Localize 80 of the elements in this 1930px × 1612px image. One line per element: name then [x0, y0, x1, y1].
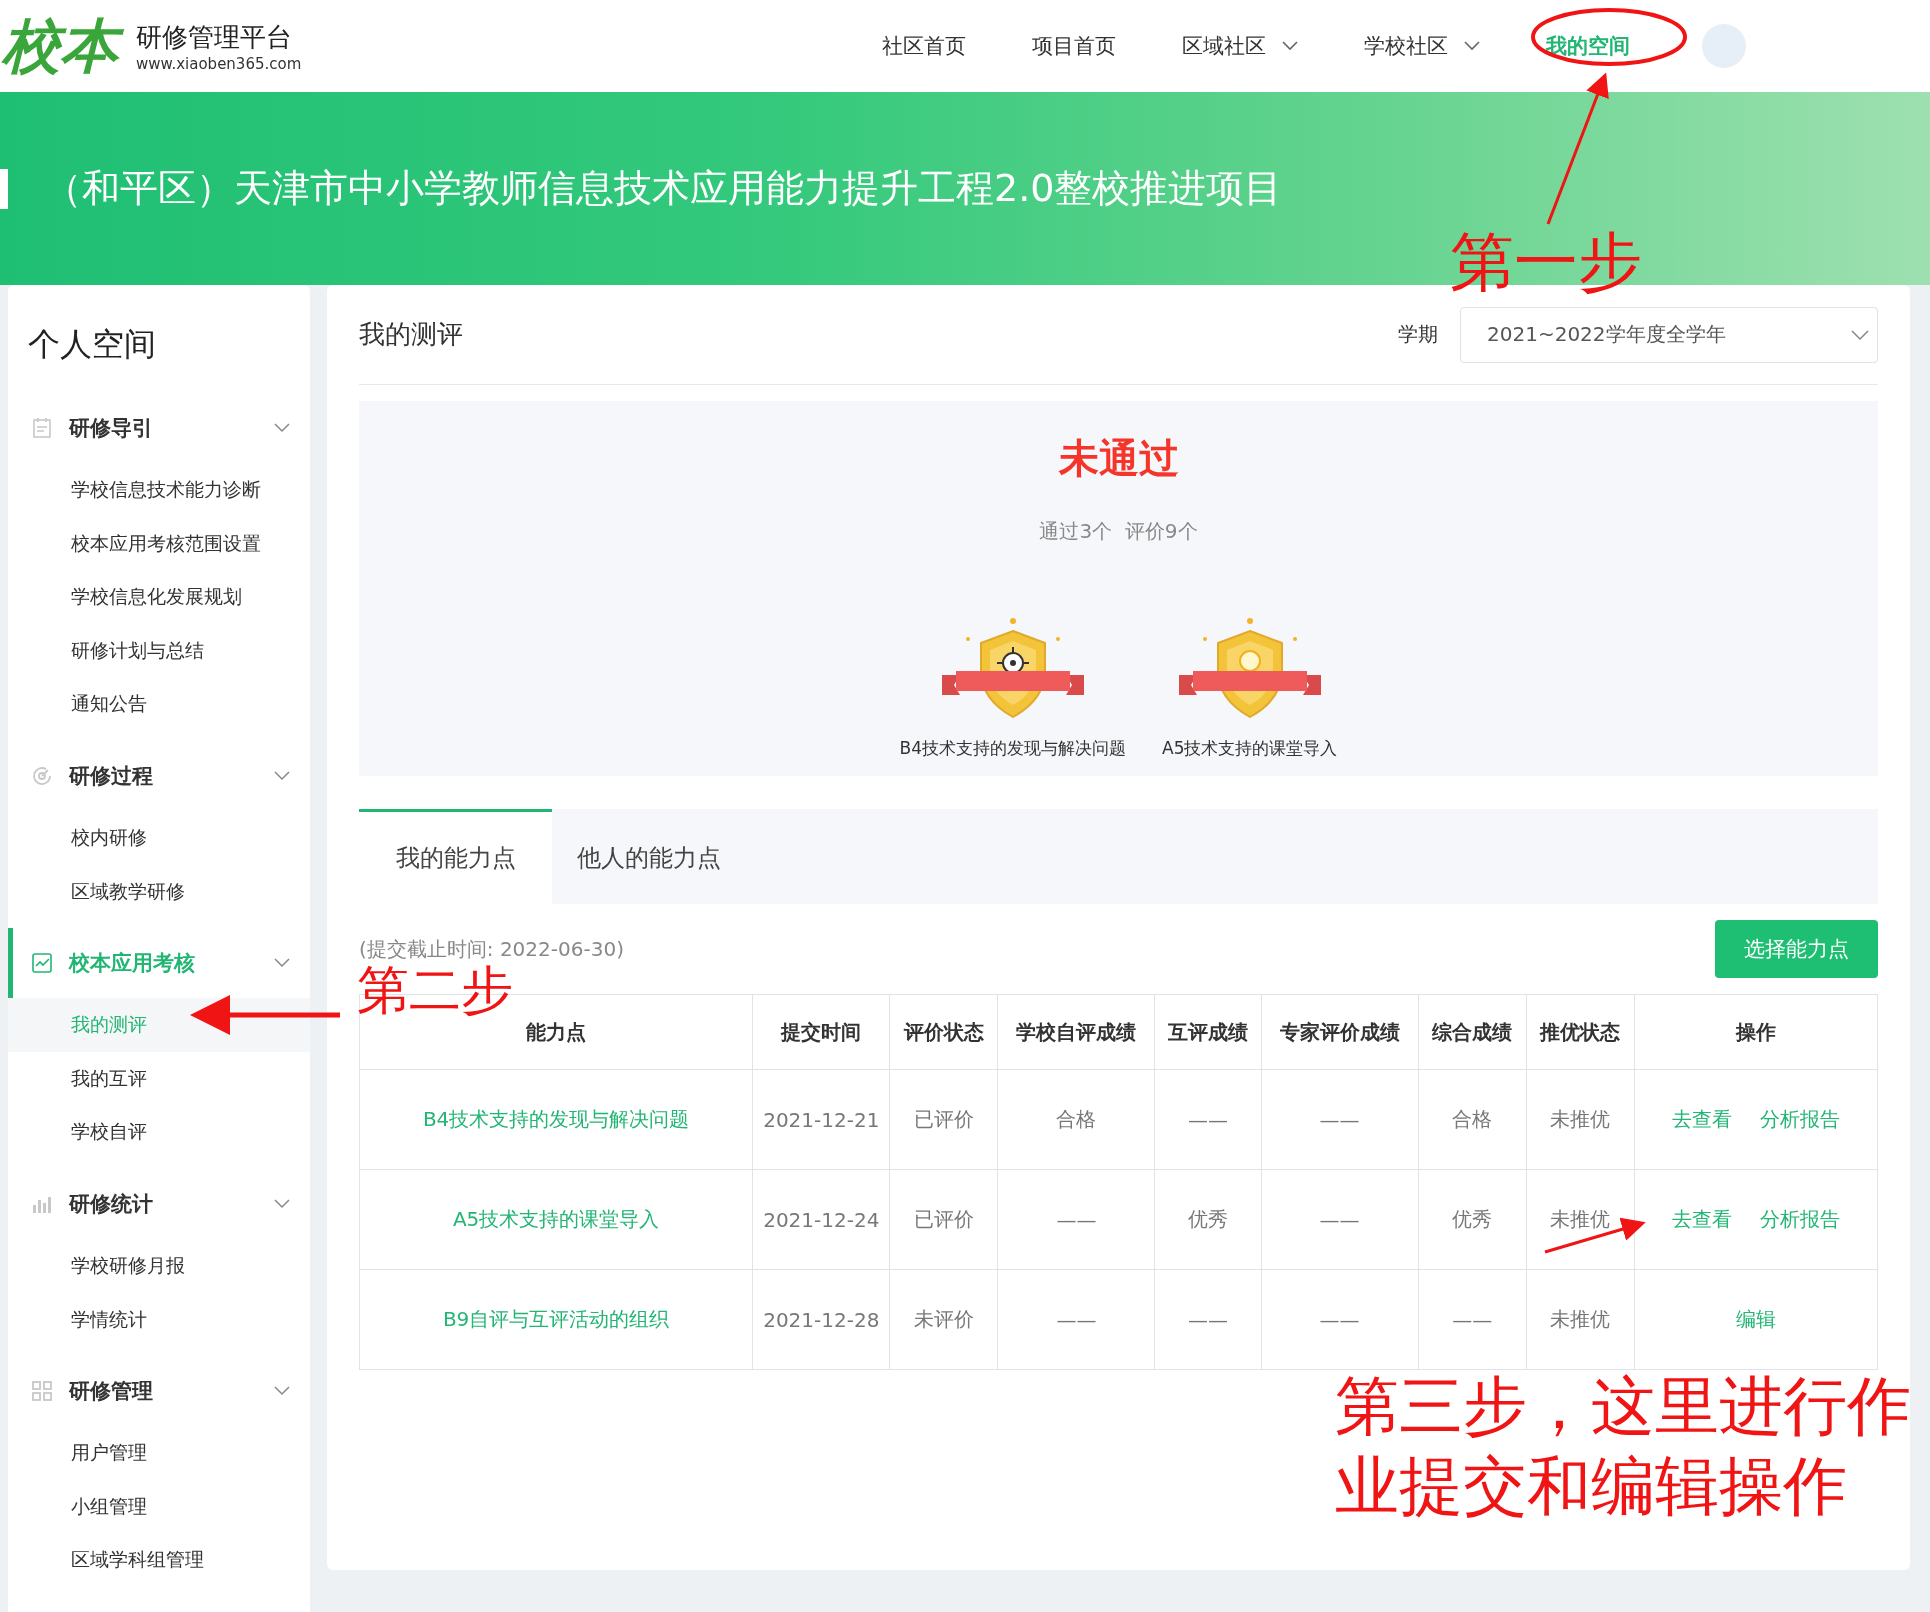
menu-icon — [31, 417, 53, 439]
deadline-text: (提交截止时间: 2022-06-30) — [359, 935, 624, 963]
sidebar-item[interactable]: 区域学科组管理 — [8, 1533, 310, 1587]
sidebar-group[interactable]: 研修过程 — [8, 740, 310, 811]
page-title: 我的测评 — [359, 318, 464, 351]
sidebar-item[interactable]: 研修计划与总结 — [8, 623, 310, 678]
sidebar-item[interactable]: 我的互评 — [8, 1051, 310, 1106]
sidebar-item[interactable]: 校本应用考核范围设置 — [8, 516, 310, 571]
table-cell: 优秀 — [1418, 1169, 1527, 1270]
table-cell: 2021-12-28 — [752, 1269, 890, 1370]
column-header: 操作 — [1634, 994, 1878, 1070]
chevron-icon — [274, 1386, 290, 1397]
term-select[interactable]: 2021~2022学年度全学年 — [1460, 306, 1878, 363]
table-cell: —— — [1155, 1269, 1262, 1370]
result-status: 未通过 — [1058, 434, 1179, 483]
table-cell: —— — [997, 1269, 1155, 1370]
nav-link[interactable]: 学校社区 — [1364, 32, 1480, 60]
avatar-icon[interactable] — [1702, 24, 1746, 68]
sidebar-item[interactable]: 学校自评 — [8, 1105, 310, 1159]
logo-mark: 校本 — [2, 9, 126, 83]
table-cell: —— — [1261, 1069, 1419, 1170]
sidebar-item[interactable]: 区域教学研修 — [8, 864, 310, 919]
table-cell: 合格 — [1418, 1069, 1527, 1170]
annotation-text: 第一步 — [1450, 224, 1642, 301]
column-header: 综合成绩 — [1418, 994, 1527, 1070]
nav-link[interactable]: 社区首页 — [882, 32, 966, 60]
table-cell: 未推优 — [1526, 1269, 1635, 1370]
sidebar-item[interactable]: 学校研修月报 — [8, 1238, 310, 1293]
sidebar-item[interactable]: 学校信息化发展规划 — [8, 570, 310, 624]
sidebar-title: 个人空间 — [27, 324, 157, 365]
chevron-icon — [274, 423, 290, 433]
tab[interactable]: 我的能力点 — [359, 809, 552, 904]
table-cell: 2021-12-24 — [752, 1169, 890, 1270]
badge-label: A5技术支持的课堂导入 — [1162, 737, 1338, 760]
column-header: 互评成绩 — [1155, 994, 1262, 1070]
sidebar-group[interactable]: 研修管理 — [8, 1356, 310, 1427]
platform-url: www.xiaoben365.com — [136, 54, 302, 73]
table-cell: —— — [1261, 1169, 1419, 1270]
nav-link[interactable]: 项目首页 — [1032, 32, 1116, 60]
table-cell: —— — [1418, 1269, 1527, 1370]
result-summary: 通过3个 评价9个 — [1039, 518, 1198, 545]
sidebar-item[interactable]: 学情统计 — [8, 1292, 310, 1347]
menu-icon — [31, 952, 53, 975]
chevron-icon — [274, 770, 290, 781]
platform-name: 研修管理平台 — [136, 20, 293, 54]
menu-icon — [31, 1380, 53, 1403]
title-accent-bar — [0, 168, 8, 209]
chevron-icon — [1851, 329, 1869, 340]
table-cell: 2021-12-21 — [752, 1069, 890, 1170]
column-header: 学校自评成绩 — [997, 994, 1155, 1070]
chevron-icon — [274, 1198, 290, 1209]
sidebar-item[interactable]: 小组管理 — [8, 1479, 310, 1534]
table-cell: —— — [1155, 1069, 1262, 1170]
sidebar-item[interactable]: 校内研修 — [8, 810, 310, 865]
sidebar-item[interactable]: 学校信息技术能力诊断 — [8, 463, 310, 517]
table-cell: 未推优 — [1526, 1069, 1635, 1170]
sidebar-group[interactable]: 研修统计 — [8, 1168, 310, 1239]
table-cell: 已评价 — [889, 1069, 998, 1170]
table-cell: —— — [997, 1169, 1155, 1270]
menu-icon — [31, 764, 53, 787]
column-header: 专家评价成绩 — [1261, 994, 1419, 1070]
column-header: 推优状态 — [1526, 994, 1635, 1070]
column-header: 提交时间 — [752, 994, 890, 1070]
table-cell: 未评价 — [889, 1269, 998, 1370]
project-title: （和平区）天津市中小学教师信息技术应用能力提升工程2.0整校推进项目 — [44, 165, 1283, 212]
table-cell: 合格 — [997, 1069, 1155, 1170]
table-cell: 未推优 — [1526, 1169, 1635, 1270]
tab[interactable]: 他人的能力点 — [552, 809, 745, 904]
sidebar-item[interactable]: 通知公告 — [8, 677, 310, 731]
term-label: 学期 — [1398, 321, 1438, 348]
sidebar-group[interactable]: 研修导引 — [8, 393, 310, 463]
sidebar-item[interactable]: 用户管理 — [8, 1426, 310, 1480]
nav-link[interactable]: 区域社区 — [1182, 32, 1298, 60]
annotation-text: 第三步，这里进行作业提交和编辑操作 — [1335, 1368, 1912, 1525]
table-cell: 已评价 — [889, 1169, 998, 1270]
badge-label: B4技术支持的发现与解决问题 — [899, 737, 1126, 760]
chevron-icon — [274, 958, 290, 969]
table-cell: 优秀 — [1155, 1169, 1262, 1270]
table-cell: —— — [1261, 1269, 1419, 1370]
column-header: 评价状态 — [889, 994, 998, 1070]
